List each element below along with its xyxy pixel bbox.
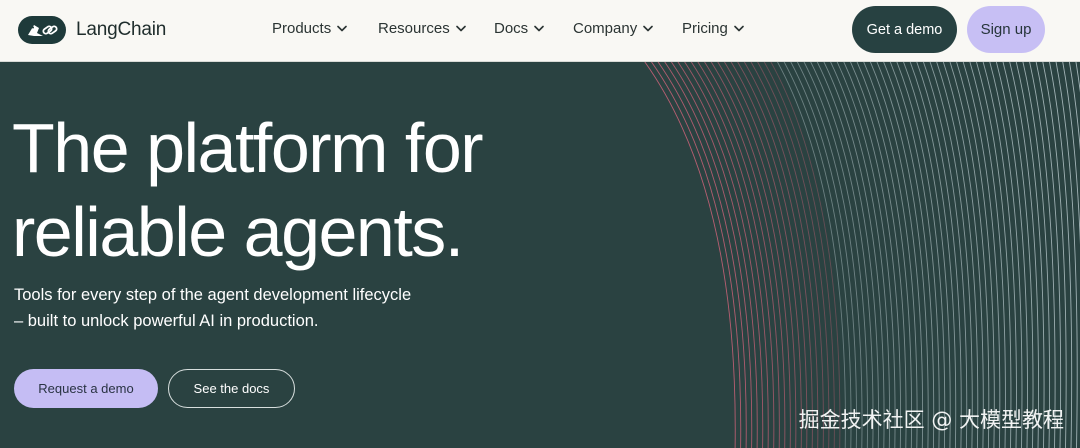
get-a-demo-button[interactable]: Get a demo (852, 6, 957, 53)
hero-headline-line-1: The platform for (12, 109, 484, 187)
wave-line (849, 62, 907, 448)
wave-line (1035, 62, 1062, 448)
nav-item-label: Company (573, 20, 638, 37)
wave-line (1022, 62, 1051, 448)
hero-subtitle: Tools for every step of the agent develo… (14, 282, 411, 334)
hero-headline-line-2: reliable agents. (12, 193, 464, 271)
wave-line (677, 62, 764, 448)
wave-line (869, 62, 924, 448)
wave-line (770, 62, 841, 448)
hero-headline: The platform for reliable agents. (12, 106, 484, 274)
wave-line (664, 62, 753, 448)
wave-line (1042, 62, 1067, 448)
wave-line (670, 62, 758, 448)
wave-line (876, 62, 929, 448)
sign-up-button[interactable]: Sign up (967, 6, 1045, 53)
nav-item-label: Products (272, 20, 332, 37)
parrot-link-icon (18, 16, 66, 44)
wave-line (763, 62, 835, 448)
wave-line (644, 62, 736, 448)
chevron-down-icon (534, 25, 544, 32)
wave-line (942, 62, 984, 448)
chevron-down-icon (734, 25, 744, 32)
nav-item-docs[interactable]: Docs (494, 20, 544, 37)
wave-line (1068, 62, 1080, 151)
wave-line (657, 62, 747, 448)
chevron-down-icon (337, 25, 348, 32)
nav-item-pricing[interactable]: Pricing (682, 20, 744, 37)
top-navigation-bar: LangChain Products Resources Docs Compan… (0, 0, 1080, 62)
see-the-docs-button[interactable]: See the docs (168, 369, 295, 408)
wave-line (684, 62, 769, 448)
wave-line (776, 62, 846, 448)
request-demo-button[interactable]: Request a demo (14, 369, 158, 408)
wave-line (697, 62, 780, 448)
nav-item-resources[interactable]: Resources (378, 20, 466, 37)
chevron-down-icon (455, 25, 466, 32)
wave-line (690, 62, 775, 448)
nav-item-label: Pricing (682, 20, 728, 37)
chevron-down-icon (643, 25, 654, 32)
hero-subtitle-line-2: – built to unlock powerful AI in product… (14, 312, 319, 330)
nav-item-company[interactable]: Company (573, 20, 654, 37)
wave-line (650, 62, 742, 448)
brand-name: LangChain (76, 19, 167, 40)
hero-subtitle-line-1: Tools for every step of the agent develo… (14, 286, 412, 304)
nav-item-label: Resources (378, 20, 450, 37)
nav-item-products[interactable]: Products (272, 20, 348, 37)
nav-item-label: Docs (494, 20, 529, 37)
hero-section: The platform for reliable agents. Tools … (0, 62, 1080, 448)
wave-line (717, 62, 797, 448)
langchain-logo[interactable]: LangChain (18, 16, 166, 44)
watermark-text: 掘金技术社区 @ 大模型教程 (798, 408, 1064, 432)
